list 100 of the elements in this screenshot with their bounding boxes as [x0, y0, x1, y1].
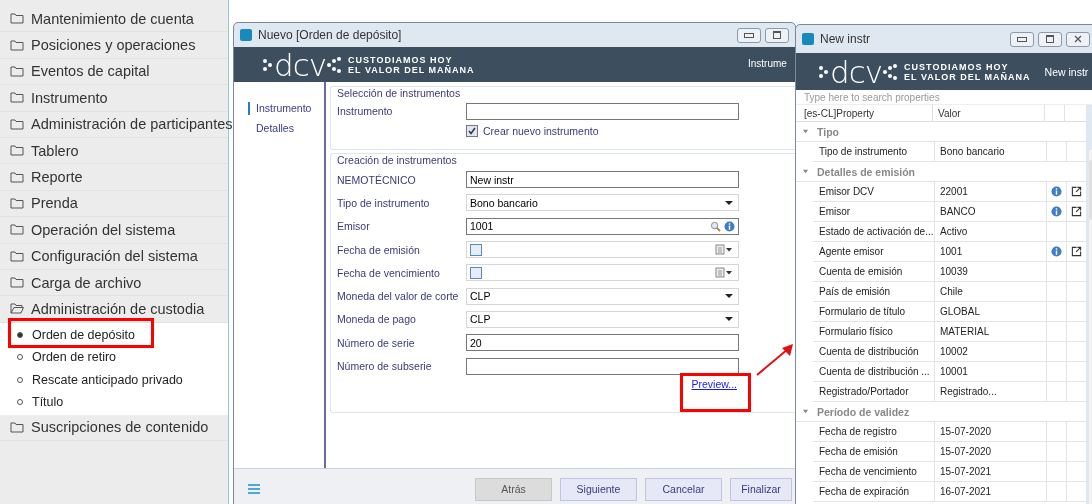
- info-icon[interactable]: [1051, 206, 1062, 217]
- lookup-field[interactable]: 1001: [466, 217, 739, 235]
- field-label: Número de subserie: [337, 360, 433, 372]
- footer-button[interactable]: Cancelar: [645, 477, 722, 501]
- property-value: Activo: [935, 222, 1047, 241]
- menu-subitem[interactable]: Orden de depósito: [0, 323, 228, 347]
- input-field[interactable]: [466, 357, 739, 375]
- property-value: Bono bancario: [935, 142, 1047, 161]
- column-header: Valor: [933, 105, 1045, 121]
- collapse-icon[interactable]: [802, 408, 809, 415]
- column-header: [es-CL]Property: [798, 105, 933, 121]
- nav-link[interactable]: Instrumento: [248, 102, 324, 115]
- input-field[interactable]: [466, 102, 739, 120]
- menu-item[interactable]: Carga de archivo: [0, 269, 228, 297]
- input-field[interactable]: 20: [466, 334, 739, 352]
- property-value: GLOBAL: [935, 302, 1047, 321]
- calendar-icon[interactable]: [715, 267, 733, 279]
- footer-button[interactable]: Siguiente: [560, 477, 637, 501]
- menu-item[interactable]: Posiciones y operaciones: [0, 32, 228, 59]
- preview-link[interactable]: Preview...: [691, 377, 737, 390]
- logo-tagline: CUSTODIAMOS HOY: [904, 61, 1010, 72]
- close-icon: [1074, 35, 1082, 43]
- menu-subitem[interactable]: Rescate anticipado privado: [0, 368, 228, 392]
- field-label: Instrumento: [337, 105, 394, 117]
- checkbox[interactable]: [466, 125, 478, 137]
- field-label: Emisor: [337, 220, 371, 233]
- calendar-icon[interactable]: [715, 244, 733, 256]
- menu-item[interactable]: Eventos de capital: [0, 58, 228, 86]
- logo-dots-icon: [883, 62, 899, 81]
- property-value: BANCO: [935, 202, 1047, 221]
- maximize-button[interactable]: [1038, 31, 1062, 47]
- logo-tagline: EL VALOR DEL MAÑANA: [904, 71, 1031, 82]
- field-label: Moneda de pago: [337, 313, 417, 326]
- field-label: Moneda del valor de corte: [337, 290, 460, 303]
- info-icon[interactable]: [724, 220, 735, 232]
- search-icon[interactable]: [710, 220, 721, 232]
- nav-link[interactable]: Detalles: [248, 122, 324, 135]
- property-name: Cuenta de emisión: [813, 262, 935, 281]
- menu-subitem[interactable]: Orden de retiro: [0, 346, 228, 369]
- property-value: 15-07-2021: [935, 462, 1047, 481]
- logo-tagline: CUSTODIAMOS HOY: [348, 54, 454, 65]
- dropdown[interactable]: CLP: [466, 287, 739, 305]
- property-name: Registrado/Portador: [813, 382, 935, 401]
- info-icon[interactable]: [1051, 186, 1062, 197]
- property-value: 22001: [935, 182, 1047, 201]
- menu-item[interactable]: Prenda: [0, 190, 228, 218]
- window-title: Nuevo [Orden de depósito]: [258, 28, 403, 42]
- group-header: Tipo: [817, 125, 839, 138]
- logo-wordmark: dcv: [829, 56, 884, 87]
- checkbox[interactable]: [470, 266, 482, 279]
- property-name: Cuenta de distribución: [813, 342, 935, 361]
- property-name: Emisor DCV: [813, 182, 935, 201]
- banner-text: Instrume: [748, 58, 787, 69]
- logo-tagline: EL VALOR DEL MAÑANA: [348, 64, 475, 75]
- property-name: Formulario de título: [813, 302, 935, 321]
- dropdown[interactable]: CLP: [466, 310, 739, 328]
- menu-item[interactable]: Mantenimiento de cuenta: [0, 6, 228, 33]
- menu-item[interactable]: Instrumento: [0, 85, 228, 112]
- menu-item[interactable]: Tablero: [0, 137, 228, 165]
- app-icon: [802, 33, 814, 45]
- property-value: 10001: [935, 362, 1047, 381]
- open-external-icon[interactable]: [1071, 246, 1082, 257]
- property-name: Fecha de registro: [813, 422, 935, 441]
- open-external-icon[interactable]: [1071, 206, 1082, 217]
- property-name: Formulario físico: [813, 322, 935, 341]
- close-button[interactable]: [1066, 31, 1090, 47]
- menu-item[interactable]: Configuración del sistema: [0, 243, 228, 270]
- input-field[interactable]: New instr: [466, 171, 739, 189]
- window-title: New instr: [820, 32, 871, 46]
- section-title: Selección de instrumentos: [337, 87, 462, 99]
- info-icon[interactable]: [1051, 246, 1062, 257]
- field-label: NEMOTÉCNICO: [337, 173, 417, 186]
- menu-item[interactable]: Operación del sistema: [0, 217, 228, 244]
- menu-item[interactable]: Reporte: [0, 164, 228, 191]
- property-value: Chile: [935, 282, 1047, 301]
- property-name: Agente emisor: [813, 242, 935, 261]
- field-label: Fecha de vencimiento: [337, 266, 441, 279]
- collapse-icon[interactable]: [802, 128, 809, 135]
- property-name: Estado de activación de...: [813, 222, 935, 241]
- field-label: Tipo de instrumento: [337, 196, 431, 209]
- minimize-button[interactable]: [737, 27, 761, 43]
- search-field[interactable]: Type here to search properties: [796, 90, 1092, 105]
- dropdown[interactable]: Bono bancario: [466, 194, 739, 212]
- property-name: Fecha de emisión: [813, 442, 935, 461]
- collapse-icon[interactable]: [802, 168, 809, 175]
- maximize-button[interactable]: [765, 27, 789, 43]
- group-header: Detalles de emisión: [817, 165, 916, 178]
- highlight-box: [680, 373, 751, 412]
- property-value: MATERIAL: [935, 322, 1047, 341]
- menu-icon[interactable]: [248, 484, 260, 494]
- annotation-arrow: [755, 341, 795, 377]
- footer-button[interactable]: Finalizar: [730, 477, 792, 501]
- logo-dots-icon: [327, 55, 343, 74]
- menu-item[interactable]: Administración de custodia: [0, 296, 228, 323]
- checkbox[interactable]: [470, 243, 482, 256]
- menu-item[interactable]: Suscripciones de contenido: [0, 414, 228, 442]
- checkbox-label: Crear nuevo instrumento: [483, 125, 599, 137]
- property-value: 15-07-2020: [935, 442, 1047, 461]
- open-external-icon[interactable]: [1071, 186, 1082, 197]
- menu-subitem[interactable]: Título: [0, 391, 228, 414]
